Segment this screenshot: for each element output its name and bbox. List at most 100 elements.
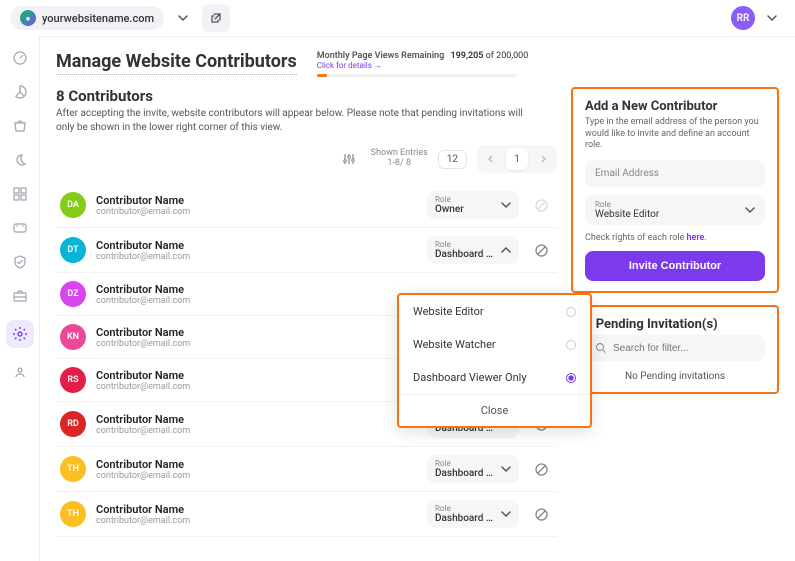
invite-button[interactable]: Invite Contributor	[585, 251, 765, 281]
radio-icon	[566, 340, 576, 350]
dropdown-option[interactable]: Website Watcher	[399, 328, 590, 361]
contributor-name: Contributor Name	[96, 326, 417, 339]
page-views-block[interactable]: Monthly Page Views Remaining 199,205 of …	[317, 51, 529, 77]
main-area: Manage Website Contributors Monthly Page…	[40, 36, 795, 561]
chevron-down-icon	[767, 13, 777, 23]
add-panel-desc: Type in the email address of the person …	[585, 117, 765, 152]
topbar-left: ● yourwebsitename.com	[10, 4, 230, 32]
nav-media[interactable]	[10, 218, 30, 238]
pv-label: Monthly Page Views Remaining	[317, 51, 444, 61]
role-selector[interactable]: RoleDashboard Vie...	[427, 236, 519, 264]
filter-button[interactable]	[337, 147, 361, 171]
role-label: Role	[435, 240, 497, 249]
remove-contributor-button	[529, 193, 553, 217]
nav-analytics[interactable]	[10, 82, 30, 102]
role-value: Dashboard Vie...	[435, 513, 497, 524]
chevron-icon	[501, 245, 511, 255]
contributors-desc: After accepting the invite, website cont…	[56, 107, 536, 135]
contributor-row: DA Contributor Namecontributor@email.com R…	[56, 183, 557, 228]
nav-settings[interactable]	[6, 320, 34, 348]
contributor-avatar: DA	[60, 192, 86, 218]
page-title: Manage Website Contributors	[56, 51, 297, 75]
add-panel-title: Add a New Contributor	[585, 99, 765, 114]
radio-icon	[566, 307, 576, 317]
pager-prev[interactable]	[480, 148, 502, 170]
dropdown-close[interactable]: Close	[399, 394, 590, 426]
role-dropdown: Website Editor Website Watcher Dashboard V…	[397, 293, 592, 428]
user-avatar[interactable]: RR	[731, 6, 755, 30]
contributor-email: contributor@email.com	[96, 382, 417, 392]
radio-icon	[566, 373, 576, 383]
pager-page[interactable]: 1	[506, 148, 528, 170]
chevron-right-icon	[538, 154, 548, 164]
pending-search-input[interactable]	[613, 343, 755, 354]
ban-icon	[534, 243, 549, 258]
user-pin-icon	[12, 364, 28, 380]
user-menu-toggle[interactable]	[759, 5, 785, 31]
nav-dashboard[interactable]	[10, 48, 30, 68]
nav-toolbox[interactable]	[10, 286, 30, 306]
contributor-name: Contributor Name	[96, 458, 417, 471]
dropdown-option-label: Website Watcher	[413, 338, 496, 351]
nav-security[interactable]	[10, 252, 30, 272]
role-select-label: Role	[595, 200, 659, 209]
entries-per-page[interactable]: 12	[438, 150, 467, 169]
remove-contributor-button[interactable]	[529, 457, 553, 481]
contributor-email: contributor@email.com	[96, 516, 417, 526]
contributor-avatar: KN	[60, 324, 86, 350]
role-value: Dashboard Vie...	[435, 249, 497, 260]
role-label: Role	[435, 195, 464, 204]
email-input[interactable]: Email Address	[585, 160, 765, 187]
pv-progress-bar	[317, 74, 517, 77]
chevron-icon	[501, 509, 511, 519]
list-controls: Shown Entries 1-8/ 8 12 1	[56, 145, 557, 173]
contributor-info: Contributor Namecontributor@email.com	[96, 503, 417, 526]
role-selector[interactable]: RoleDashboard Vie...	[427, 455, 519, 483]
pager-next[interactable]	[532, 148, 554, 170]
grid-icon	[12, 186, 28, 202]
role-value: Dashboard Vie...	[435, 468, 497, 479]
role-label: Role	[435, 459, 497, 468]
rights-link[interactable]: here	[687, 233, 705, 243]
contributor-info: Contributor Namecontributor@email.com	[96, 326, 417, 349]
dropdown-option-label: Dashboard Viewer Only	[413, 371, 527, 384]
nav-apps[interactable]	[10, 184, 30, 204]
role-label: Role	[435, 504, 497, 513]
contributor-email: contributor@email.com	[96, 426, 417, 436]
open-external-button[interactable]	[202, 4, 230, 32]
role-selector[interactable]: RoleOwner	[427, 191, 519, 219]
chevron-icon	[501, 200, 511, 210]
contributor-info: Contributor Namecontributor@email.com	[96, 458, 417, 481]
site-selector[interactable]: ● yourwebsitename.com	[10, 6, 164, 30]
dropdown-option[interactable]: Dashboard Viewer Only	[399, 361, 590, 394]
contributor-row: THContributor Namecontributor@email.comR…	[56, 492, 557, 537]
contributor-avatar: DZ	[60, 281, 86, 307]
pv-detail-link[interactable]: Click for details →	[317, 61, 529, 70]
external-link-icon	[210, 12, 222, 24]
contributor-name: Contributor Name	[96, 194, 417, 207]
site-icon: ●	[20, 10, 36, 26]
remove-contributor-button[interactable]	[529, 502, 553, 526]
role-selector[interactable]: RoleDashboard Vie...	[427, 500, 519, 528]
pie-icon	[12, 84, 28, 100]
contributor-avatar: RS	[60, 367, 86, 393]
chevron-down-icon	[745, 205, 755, 215]
contributor-info: Contributor Namecontributor@email.com	[96, 194, 417, 217]
dropdown-option[interactable]: Website Editor	[399, 295, 590, 328]
chevron-icon	[501, 464, 511, 474]
nav-users[interactable]	[10, 362, 30, 382]
ban-icon	[534, 462, 549, 477]
shield-icon	[12, 254, 28, 270]
remove-contributor-button[interactable]	[529, 238, 553, 262]
sliders-icon	[342, 152, 356, 166]
contributor-info: Contributor Namecontributor@email.com	[96, 283, 417, 306]
role-select[interactable]: Role Website Editor	[585, 195, 765, 225]
nav-activity[interactable]	[10, 150, 30, 170]
contributor-info: Contributor Namecontributor@email.com	[96, 239, 417, 262]
topbar: ● yourwebsitename.com RR	[0, 0, 795, 36]
site-dropdown-toggle[interactable]	[170, 5, 196, 31]
nav-commerce[interactable]	[10, 116, 30, 136]
rights-text: Check rights of each role here.	[585, 233, 765, 243]
contributor-row: DTContributor Namecontributor@email.comR…	[56, 228, 557, 273]
pending-search[interactable]	[585, 335, 765, 361]
